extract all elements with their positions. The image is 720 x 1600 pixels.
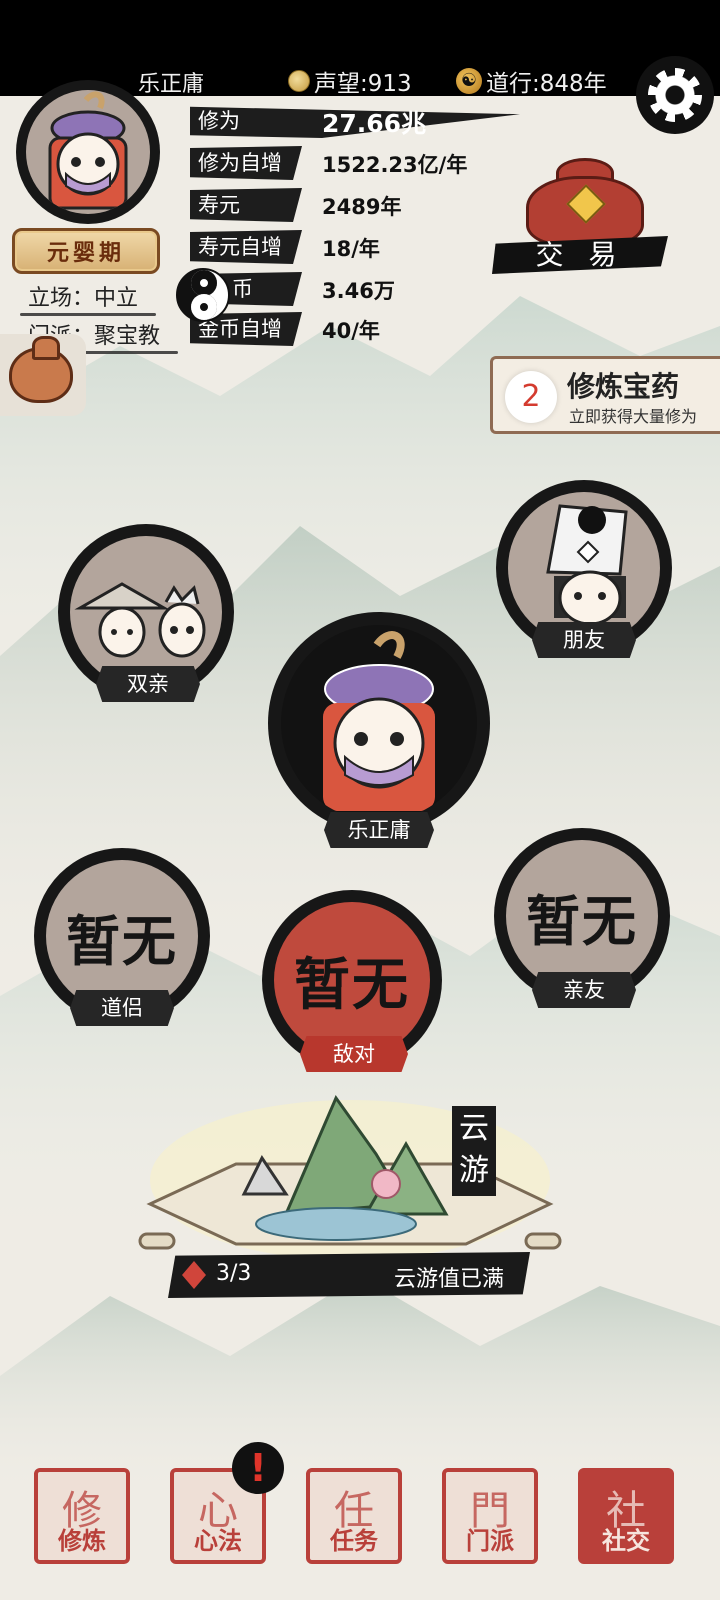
friend-portrait-icon: [546, 504, 628, 626]
diamond-icon: [182, 1261, 206, 1289]
elixir-count-badge: 2: [505, 371, 557, 423]
bottom-nav: 修 修炼 心 心法 任 任务 門 门派 社 社交: [0, 1458, 720, 1600]
stat-value: 18/年: [322, 237, 380, 261]
stat-row-cultivation: 修为 27.66兆: [190, 104, 530, 140]
settings-button[interactable]: [636, 56, 714, 134]
stat-row-coins: 币 3.46万: [190, 272, 530, 308]
stat-label: 寿元: [190, 188, 302, 222]
parents-portrait-icon: [74, 582, 206, 658]
reputation-value: 声望:913: [314, 71, 412, 97]
self-label[interactable]: 乐正庸: [324, 812, 434, 848]
self-portrait-icon: [323, 631, 435, 811]
nav-label: 修炼: [58, 1527, 106, 1555]
travel-status: 云游值已满: [393, 1267, 504, 1292]
nav-sect[interactable]: 門 门派: [442, 1468, 538, 1564]
dao-years-stat: ☯ 道行:848年: [456, 64, 607, 98]
coin-icon: [288, 70, 310, 92]
dao-years-value: 道行:848年: [486, 71, 607, 97]
travel-count: 3/3: [216, 1261, 252, 1286]
nav-label: 门派: [466, 1527, 514, 1555]
player-name: 乐正庸: [138, 72, 205, 97]
trade-bag-icon[interactable]: [526, 158, 644, 246]
player-avatar[interactable]: [16, 80, 160, 224]
stat-value: 3.46万: [322, 279, 395, 303]
reputation-stat: 声望:913: [288, 64, 412, 98]
nav-social[interactable]: 社 社交: [578, 1468, 674, 1564]
stat-value: 27.66兆: [322, 109, 427, 138]
stance-text: 立场：中立: [20, 280, 157, 316]
relative-label[interactable]: 亲友: [532, 972, 636, 1008]
stat-row-cultivation-rate: 修为自增 1522.23亿/年: [190, 146, 530, 182]
stat-value: 1522.23亿/年: [322, 153, 468, 177]
bundle-button[interactable]: [0, 334, 86, 416]
nav-tasks[interactable]: 任 任务: [306, 1468, 402, 1564]
stat-value: 2489年: [322, 195, 402, 219]
yin-yang-icon[interactable]: [176, 268, 230, 322]
parents-label[interactable]: 双亲: [96, 666, 200, 702]
realm-badge: 元婴期: [12, 228, 160, 274]
cloud-travel-scroll-icon[interactable]: [136, 1084, 564, 1260]
alert-icon[interactable]: !: [232, 1442, 284, 1494]
cloud-travel-tag[interactable]: 云游: [452, 1106, 496, 1196]
nav-label: 社交: [602, 1527, 650, 1555]
enemy-empty-text: 暂无: [294, 951, 410, 1018]
stat-value: 40/年: [322, 319, 380, 343]
stat-row-lifespan-rate: 寿元自增 18/年: [190, 230, 530, 266]
avatar-portrait-icon: [48, 91, 128, 210]
friend-label[interactable]: 朋友: [532, 622, 636, 658]
nav-label: 任务: [330, 1527, 378, 1555]
stat-row-coin-rate: 金币自增 40/年: [190, 312, 530, 348]
stat-label: 寿元自增: [190, 230, 302, 264]
partner-empty-text: 暂无: [66, 908, 178, 973]
relative-empty-text: 暂无: [526, 888, 638, 953]
elixir-subtitle: 立即获得大量修为: [569, 407, 698, 426]
enemy-label[interactable]: 敌对: [300, 1036, 408, 1072]
nav-label: 心法: [194, 1527, 242, 1555]
elixir-title: 修炼宝药: [567, 370, 680, 403]
elixir-promo-button[interactable]: 2 修炼宝药 立即获得大量修为: [490, 356, 720, 434]
stat-label: 修为自增: [190, 146, 302, 180]
sack-icon: [9, 336, 73, 403]
gear-icon: [648, 68, 702, 122]
cloud-travel-bar[interactable]: 3/3 云游值已满: [168, 1252, 530, 1298]
partner-label[interactable]: 道侣: [70, 990, 174, 1026]
nav-cultivate[interactable]: 修 修炼: [34, 1468, 130, 1564]
taiji-icon: ☯: [456, 68, 482, 94]
stat-row-lifespan: 寿元 2489年: [190, 188, 530, 224]
self-node[interactable]: [268, 612, 490, 834]
